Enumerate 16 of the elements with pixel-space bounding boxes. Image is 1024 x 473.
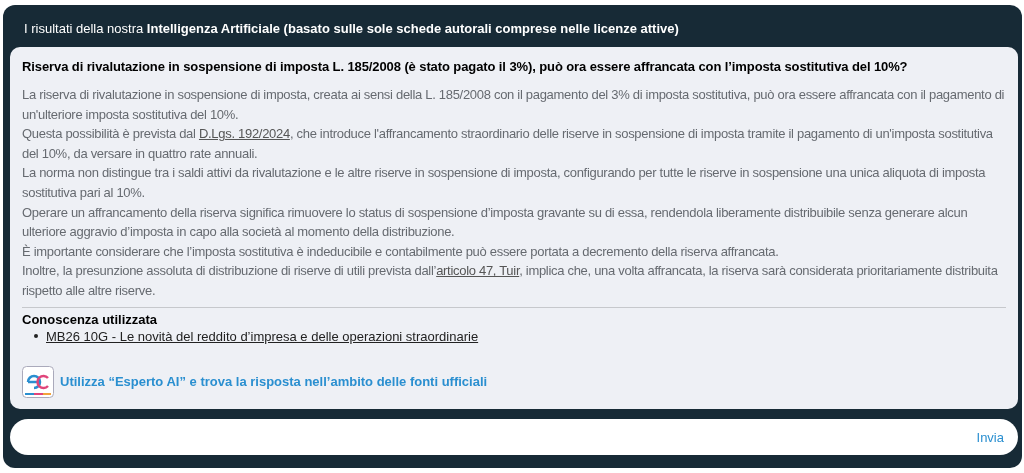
send-button[interactable]: Invia [976, 429, 1004, 445]
source-link[interactable]: MB26 10G - Le novità del reddito d’impresa e delle operazioni straordinarie [46, 328, 479, 344]
answer-paragraph: È importante considerare che l’imposta sostitutiva è indeducibile e contabilmente può essere portata a decremento della riserva affrancata. [22, 242, 780, 261]
message-field[interactable]: Invia [10, 419, 1018, 455]
logo-icon [22, 365, 54, 398]
panel-title: I risultati della nostra Intelligenza Artificiale (basato sulle sole schede autorali comprese nelle licenze attive) [23, 20, 680, 38]
law-link[interactable]: articolo 47, Tuir [436, 263, 520, 279]
answer-paragraph: La norma non distingue tra i saldi attivi da rivalutazione e le altre riserve in sospensione di imposta, configurando per tutte le riserve in sospensione una unica aliquota di imposta sostitutiva pari al 10%. [22, 164, 987, 202]
answer-paragraph: Operare un affrancamento della riserva significa rimuovere lo status di sospensione d’imposta gravante su di essa, rendendola liberamente distribuibile senza generare alcun ulteriore aggravio d’imposta in capo alla società al momento della distribuzione. [22, 203, 969, 242]
answer-paragraph: La riserva di rivalutazione in sospensione di imposta, creata ai sensi della L. 185/2008 con il pagamento del 3% di imposta sostitutiva, può ora essere affrancata con il pagamento di un'ulteriore imposta sostitutiva del 10%. [22, 86, 1006, 124]
knowledge-title: Conoscenza utilizzata [22, 311, 159, 327]
law-link[interactable]: D.Lgs. 192/2024 [198, 126, 290, 142]
question-text: Riserva di rivalutazione in sospensione di imposta L. 185/2008 (è stato pagato il 3%), può ora essere affrancata con l’imposta sostitutiva del 10%? [22, 59, 909, 74]
answer-paragraph: Questa possibilità è prevista dal D.Lgs. 192/2024, che introduce l'affrancamento straordinario delle riserve in sospensione di imposta tramite il pagamento di un'imposta sostitutiva del 10%, da versare in quattro rate annuali. [22, 125, 994, 163]
answer-paragraph: Inoltre, la presunzione assoluta di distribuzione di riserve di utili prevista dall’articolo 47, Tuir, implica che, una volta affrancata, la riserva sarà considerata prioritariamente distribuita rispetto alle altre riserve. [22, 262, 999, 300]
bullet-icon [34, 334, 38, 339]
